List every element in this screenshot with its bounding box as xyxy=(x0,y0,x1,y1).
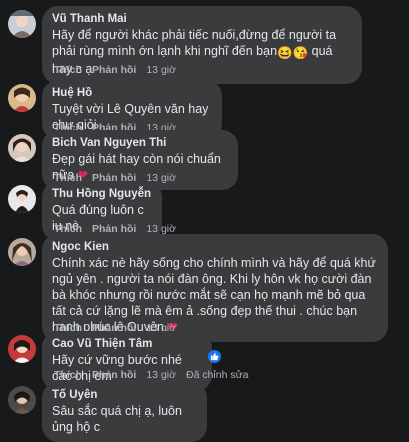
emoji-group: 😆😘 xyxy=(277,46,309,60)
like-button[interactable]: Thích xyxy=(54,369,82,381)
reply-button[interactable]: Phản hồi xyxy=(92,64,136,76)
avatar[interactable] xyxy=(8,134,36,162)
comment-author[interactable]: Cao Vũ Thiện Tâm xyxy=(52,337,202,352)
comment-author[interactable]: Thu Hồng Nguyễn xyxy=(52,187,152,202)
like-reaction-icon[interactable] xyxy=(208,350,221,363)
comment-bubble: Tố Uyên Sâu sắc quá chị ạ, luôn ủng hộ c xyxy=(42,382,207,442)
like-button[interactable]: Thích xyxy=(54,64,82,76)
avatar[interactable] xyxy=(8,84,36,112)
reply-button[interactable]: Phản hồi xyxy=(92,369,136,381)
comment-author[interactable]: Tố Uyên xyxy=(52,388,197,403)
avatar[interactable] xyxy=(8,238,36,266)
comment-text: Sâu sắc quá chị ạ, luôn ủng hộ c xyxy=(52,404,182,434)
comment-time[interactable]: 13 giờ xyxy=(146,369,176,381)
comment-actions: Thích Phản hồi 13 giờ Đã chỉnh sửa xyxy=(54,369,248,381)
comment-actions: Thích Phản hồi 13 giờ xyxy=(54,64,176,76)
comment-author[interactable]: Ngoc Kien xyxy=(52,240,378,255)
comment-time[interactable]: 13 giờ xyxy=(146,64,176,76)
comment-author[interactable]: Vũ Thanh Mai xyxy=(52,12,352,27)
avatar[interactable] xyxy=(8,185,36,213)
edited-label: Đã chỉnh sửa xyxy=(186,369,249,381)
avatar[interactable] xyxy=(8,10,36,38)
avatar[interactable] xyxy=(8,386,36,414)
comment-author[interactable]: Bich Van Nguyen Thi xyxy=(52,136,228,151)
avatar[interactable] xyxy=(8,335,36,363)
comment-author[interactable]: Huệ Hồ xyxy=(52,86,212,101)
